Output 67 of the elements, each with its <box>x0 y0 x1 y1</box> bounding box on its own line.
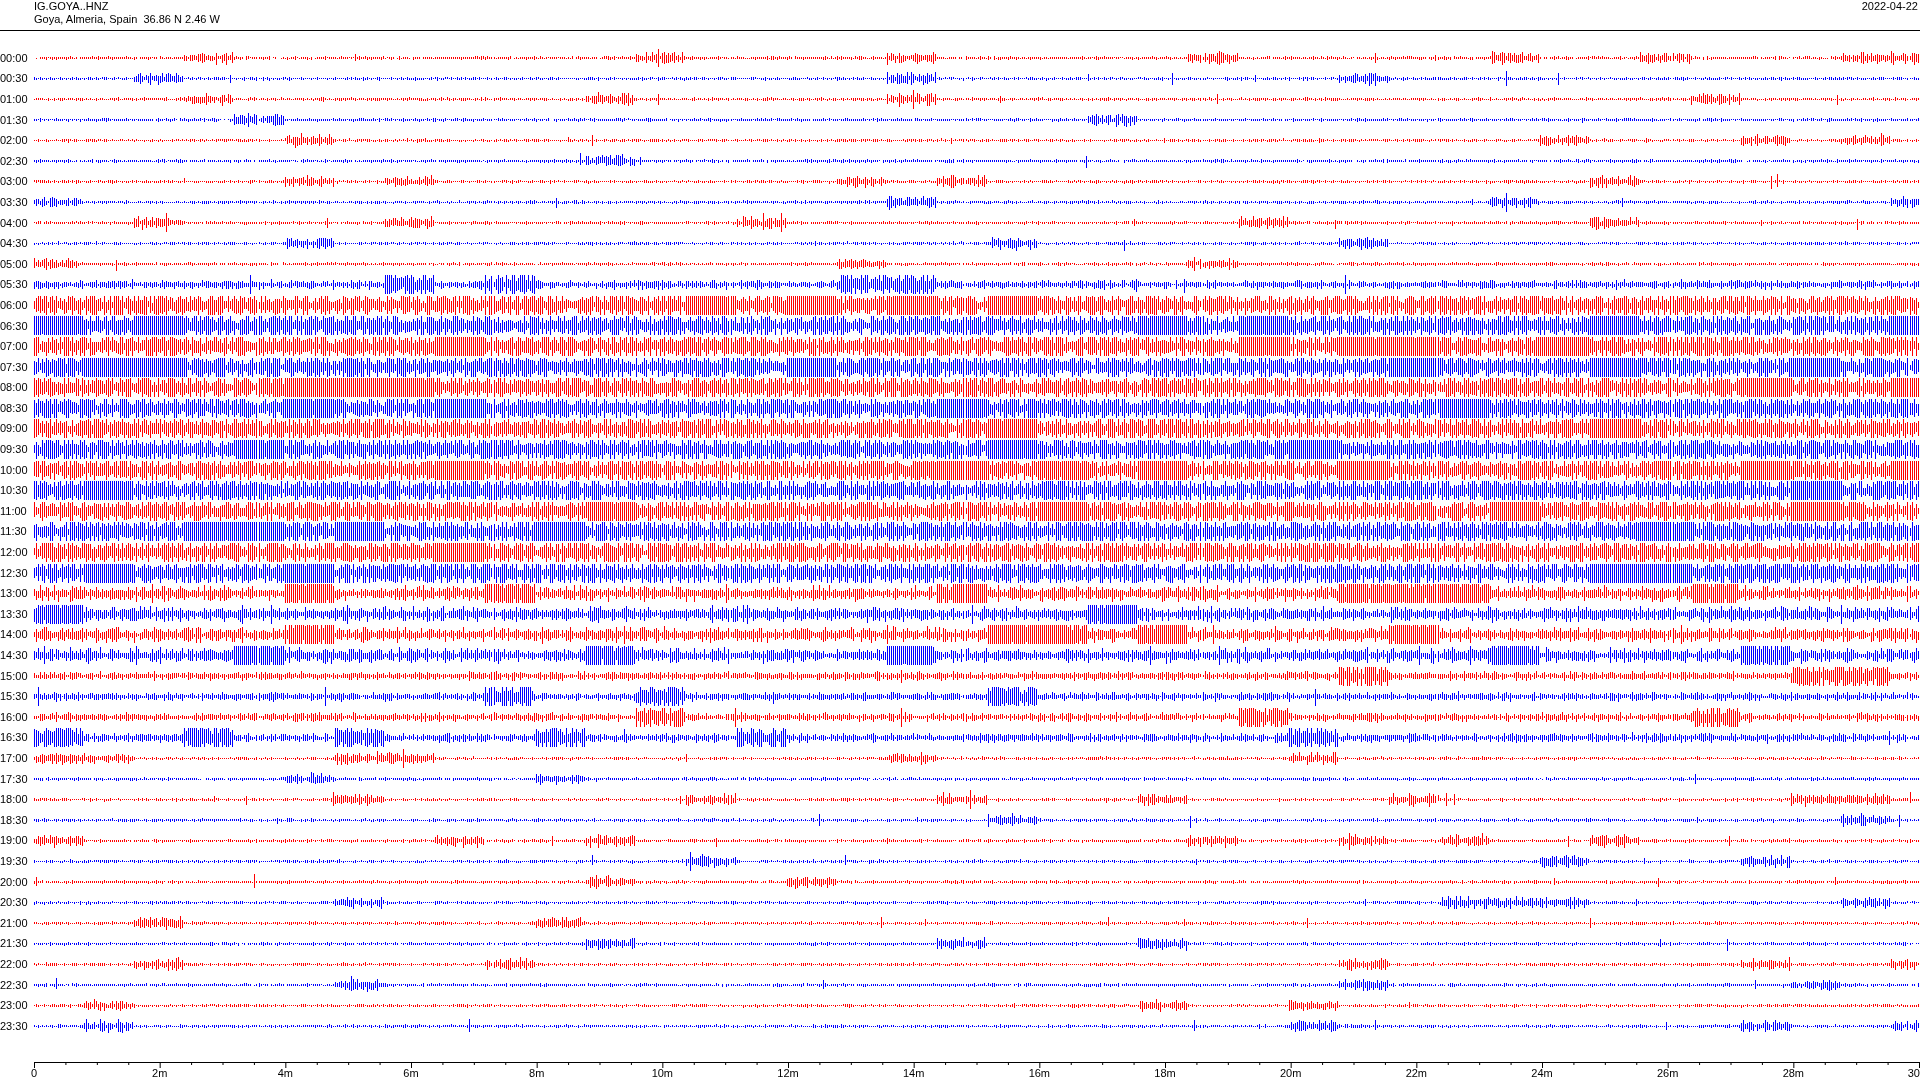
time-label: 16:30 <box>0 732 28 744</box>
axis-tick-label: 6m <box>403 1068 419 1079</box>
axis-tick-label: 4m <box>277 1068 293 1079</box>
axis-tick-label: 10m <box>651 1068 674 1079</box>
time-label: 17:00 <box>0 753 28 764</box>
axis-tick-label: 12m <box>777 1068 799 1079</box>
axis-tick-label: 18m <box>1154 1068 1176 1079</box>
time-label: 01:00 <box>0 94 28 105</box>
time-label: 14:00 <box>0 629 28 641</box>
time-label: 10:30 <box>0 485 28 497</box>
axis-tick-label: 14m <box>902 1068 925 1079</box>
time-label: 22:00 <box>0 958 28 970</box>
time-label: 14:30 <box>0 650 28 661</box>
time-label: 10:00 <box>0 464 28 476</box>
axis-tick-label: 22m <box>1405 1068 1428 1079</box>
time-label: 20:00 <box>0 876 28 888</box>
time-label: 05:00 <box>0 258 28 270</box>
time-label: 07:30 <box>0 361 28 373</box>
station-location: Goya, Almeria, Spain 36.86 N 2.46 W <box>34 13 220 26</box>
time-label: 05:30 <box>0 279 28 291</box>
time-label: 23:00 <box>0 1000 28 1012</box>
time-label: 08:00 <box>0 382 28 394</box>
time-label: 04:30 <box>0 238 28 250</box>
axis-tick-label: 30 <box>1907 1068 1920 1079</box>
axis-tick-label: 0 <box>30 1068 38 1079</box>
time-label: 04:00 <box>0 217 28 229</box>
time-label: 06:30 <box>0 320 28 332</box>
time-label: 15:00 <box>0 670 28 682</box>
time-label: 17:30 <box>0 773 28 785</box>
time-label: 19:30 <box>0 855 28 867</box>
time-label: 12:30 <box>0 567 28 579</box>
time-label: 01:30 <box>0 114 28 126</box>
time-label: 03:30 <box>0 196 28 208</box>
time-label: 15:30 <box>0 691 28 703</box>
time-label: 07:00 <box>0 341 28 353</box>
axis-tick-label: 24m <box>1531 1068 1553 1079</box>
axis-tick-label: 26m <box>1656 1068 1679 1079</box>
time-label: 06:00 <box>0 299 28 311</box>
time-label: 13:00 <box>0 588 28 600</box>
time-label: 20:30 <box>0 897 28 909</box>
time-label: 00:30 <box>0 73 28 85</box>
axis-tick-label: 28m <box>1782 1068 1805 1079</box>
axis-tick-label: 2m <box>152 1068 168 1079</box>
time-label: 12:00 <box>0 547 28 559</box>
time-label: 00:00 <box>0 52 28 64</box>
time-label: 09:30 <box>0 444 28 456</box>
time-label: 21:30 <box>0 938 28 950</box>
time-label: 23:30 <box>0 1020 28 1032</box>
time-label: 16:00 <box>0 711 28 723</box>
date-label: 2022-04-22 <box>1861 0 1919 13</box>
time-label: 19:00 <box>0 835 28 847</box>
time-label: 03:00 <box>0 176 28 188</box>
time-label: 13:30 <box>0 608 28 620</box>
time-label: 18:00 <box>0 794 28 806</box>
time-label: 09:00 <box>0 423 28 435</box>
time-label: 22:30 <box>0 979 28 991</box>
time-label: 11:00 <box>0 505 27 517</box>
axis-tick-label: 8m <box>529 1068 545 1079</box>
time-label: 21:00 <box>0 917 28 929</box>
axis-tick-label: 16m <box>1028 1068 1051 1079</box>
time-label: 11:30 <box>0 526 27 538</box>
time-label: 08:30 <box>0 402 28 414</box>
time-label: 18:30 <box>0 814 28 826</box>
time-label: 02:30 <box>0 155 28 167</box>
axis-tick-label: 20m <box>1279 1068 1302 1079</box>
station-code: IG.GOYA..HNZ <box>34 0 110 13</box>
time-label: 02:00 <box>0 135 28 147</box>
